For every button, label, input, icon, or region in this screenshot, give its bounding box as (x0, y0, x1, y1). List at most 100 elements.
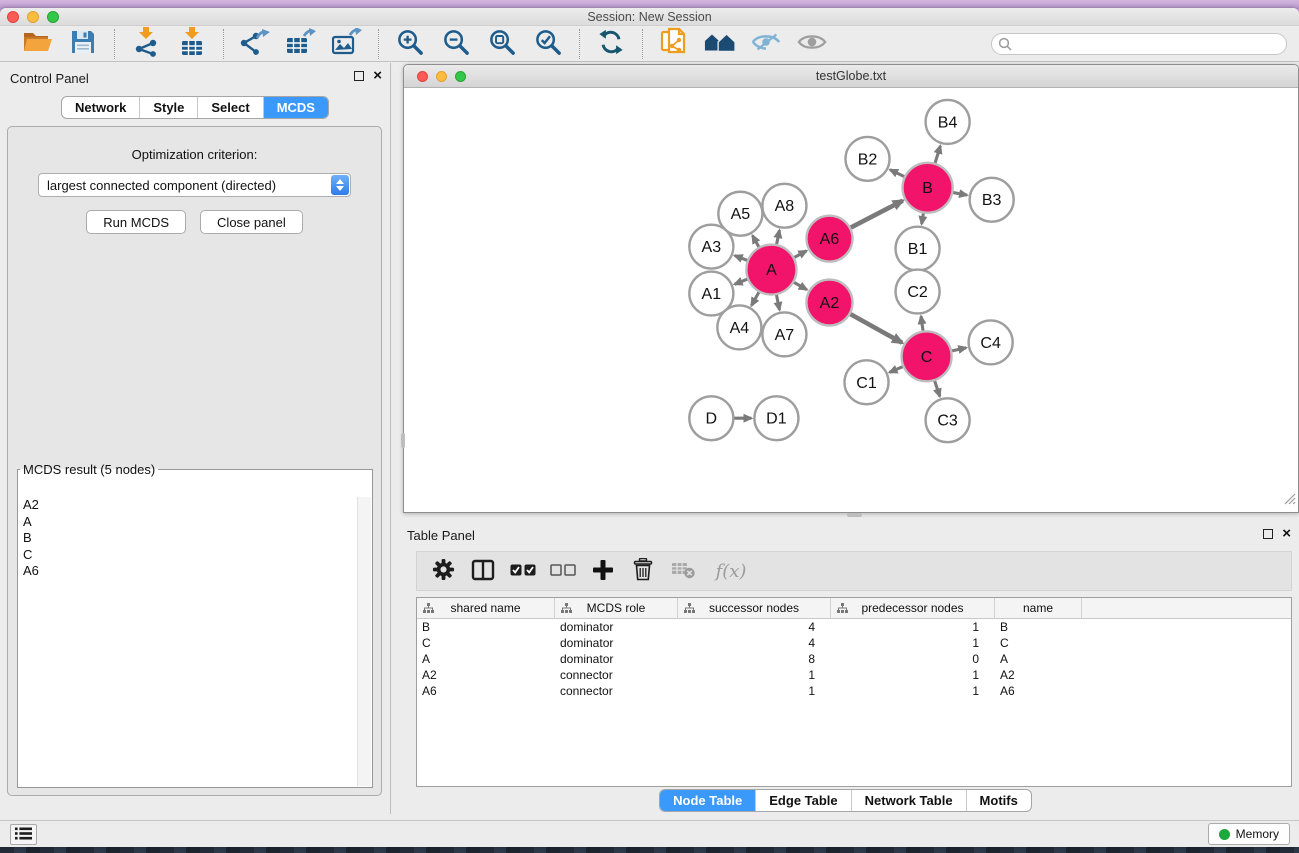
mcds-result-list[interactable]: A2ABCA6 (19, 497, 357, 786)
deselect-all-button[interactable] (545, 554, 581, 588)
select-all-button[interactable] (505, 554, 541, 588)
network-canvas[interactable]: B4B2BB3A8A5A6A3B1AC2A1A2A4A7C4CC1C3DD1 (404, 89, 1298, 512)
function-builder-button[interactable]: f(x) (705, 554, 757, 588)
cell-shared-name[interactable]: C (417, 635, 555, 651)
edge-A-A3[interactable] (735, 256, 747, 261)
import-table-button[interactable] (173, 28, 211, 60)
export-image-button[interactable] (328, 28, 366, 60)
cell-shared-name[interactable]: A6 (417, 683, 555, 699)
close-table-panel-icon[interactable]: × (1282, 529, 1291, 539)
edge-A-A2[interactable] (794, 282, 807, 289)
close-panel-button[interactable]: Close panel (200, 210, 303, 234)
cell-MCDS-role[interactable]: dominator (555, 619, 678, 635)
cell-predecessor-nodes[interactable]: 1 (831, 619, 995, 635)
column-header-predecessor-nodes[interactable]: predecessor nodes (831, 598, 995, 618)
cell-predecessor-nodes[interactable]: 1 (831, 667, 995, 683)
tab-edge-table[interactable]: Edge Table (755, 790, 850, 811)
tab-style[interactable]: Style (139, 97, 197, 118)
cell-MCDS-role[interactable]: connector (555, 667, 678, 683)
export-network-button[interactable] (236, 28, 274, 60)
edge-C-C3[interactable] (935, 381, 940, 397)
table-row[interactable]: A6connector11A6 (417, 683, 1291, 699)
cell-predecessor-nodes[interactable]: 1 (831, 683, 995, 699)
edge-A6-B[interactable] (851, 201, 903, 228)
cell-name[interactable]: B (995, 619, 1082, 635)
network-graph[interactable]: B4B2BB3A8A5A6A3B1AC2A1A2A4A7C4CC1C3DD1 (404, 89, 1298, 512)
table-row[interactable]: Adominator80A (417, 651, 1291, 667)
memory-button[interactable]: Memory (1208, 823, 1290, 845)
edge-A-A6[interactable] (794, 251, 806, 257)
edge-C-C1[interactable] (889, 367, 902, 373)
cell-name[interactable]: C (995, 635, 1082, 651)
export-table-button[interactable] (282, 28, 320, 60)
show-columns-button[interactable] (465, 554, 501, 588)
refresh-button[interactable] (592, 28, 630, 60)
edge-B-B4[interactable] (935, 146, 940, 163)
tab-network[interactable]: Network (62, 97, 139, 118)
cell-shared-name[interactable]: A (417, 651, 555, 667)
cell-successor-nodes[interactable]: 4 (678, 619, 831, 635)
table-row[interactable]: A2connector11A2 (417, 667, 1291, 683)
cell-successor-nodes[interactable]: 1 (678, 667, 831, 683)
hide-selected-button[interactable] (747, 28, 785, 60)
table-row[interactable]: Cdominator41C (417, 635, 1291, 651)
table-row[interactable]: Bdominator41B (417, 619, 1291, 635)
column-header-MCDS-role[interactable]: MCDS role (555, 598, 678, 618)
tab-motifs[interactable]: Motifs (966, 790, 1031, 811)
float-table-panel-icon[interactable] (1263, 529, 1273, 539)
table-settings-button[interactable] (425, 554, 461, 588)
add-column-button[interactable] (585, 554, 621, 588)
open-session-button[interactable] (18, 28, 56, 60)
zoom-fit-button[interactable] (483, 28, 521, 60)
float-panel-icon[interactable] (354, 71, 364, 81)
edge-A-A8[interactable] (777, 230, 780, 244)
resize-grip[interactable] (1284, 492, 1296, 510)
mcds-result-item[interactable]: A2 (19, 497, 357, 514)
column-header-name[interactable]: name (995, 598, 1082, 618)
cell-predecessor-nodes[interactable]: 1 (831, 635, 995, 651)
edge-C-C4[interactable] (952, 348, 966, 351)
cell-successor-nodes[interactable]: 4 (678, 635, 831, 651)
column-header-successor-nodes[interactable]: successor nodes (678, 598, 831, 618)
edge-C-C2[interactable] (921, 316, 923, 330)
zoom-in-button[interactable] (391, 28, 429, 60)
cell-name[interactable]: A2 (995, 667, 1082, 683)
tab-select[interactable]: Select (197, 97, 262, 118)
task-history-button[interactable] (10, 824, 37, 845)
new-network-from-selection-button[interactable] (655, 28, 693, 60)
cell-name[interactable]: A (995, 651, 1082, 667)
tab-node-table[interactable]: Node Table (660, 790, 755, 811)
cell-MCDS-role[interactable]: connector (555, 683, 678, 699)
column-header-shared-name[interactable]: shared name (417, 598, 555, 618)
zoom-out-button[interactable] (437, 28, 475, 60)
mcds-result-item[interactable]: A (19, 514, 357, 531)
tab-mcds[interactable]: MCDS (263, 97, 328, 118)
cell-name[interactable]: A6 (995, 683, 1082, 699)
cell-MCDS-role[interactable]: dominator (555, 651, 678, 667)
search-input[interactable] (991, 33, 1287, 55)
cell-predecessor-nodes[interactable]: 0 (831, 651, 995, 667)
edge-B-B1[interactable] (922, 213, 924, 224)
edge-A-A4[interactable] (751, 292, 758, 305)
edge-A-A1[interactable] (735, 279, 748, 284)
result-scrollbar[interactable] (357, 497, 371, 786)
tab-network-table[interactable]: Network Table (851, 790, 966, 811)
edge-A-A5[interactable] (752, 236, 758, 247)
vertical-scroll-thumb[interactable] (401, 433, 405, 448)
delete-columns-button[interactable] (625, 554, 661, 588)
criterion-select[interactable]: largest connected component (directed) (38, 173, 351, 197)
edge-B-B2[interactable] (890, 170, 904, 177)
cell-successor-nodes[interactable]: 8 (678, 651, 831, 667)
mcds-result-item[interactable]: B (19, 530, 357, 547)
cell-successor-nodes[interactable]: 1 (678, 683, 831, 699)
mcds-result-item[interactable]: A6 (19, 563, 357, 580)
edge-A-A7[interactable] (777, 295, 780, 310)
run-mcds-button[interactable]: Run MCDS (86, 210, 186, 234)
cell-shared-name[interactable]: A2 (417, 667, 555, 683)
edge-B-B3[interactable] (953, 193, 967, 196)
horizontal-scroll-thumb[interactable] (847, 513, 862, 517)
mcds-result-item[interactable]: C (19, 547, 357, 564)
show-all-button[interactable] (793, 28, 831, 60)
cell-MCDS-role[interactable]: dominator (555, 635, 678, 651)
edge-A2-C[interactable] (850, 314, 902, 343)
